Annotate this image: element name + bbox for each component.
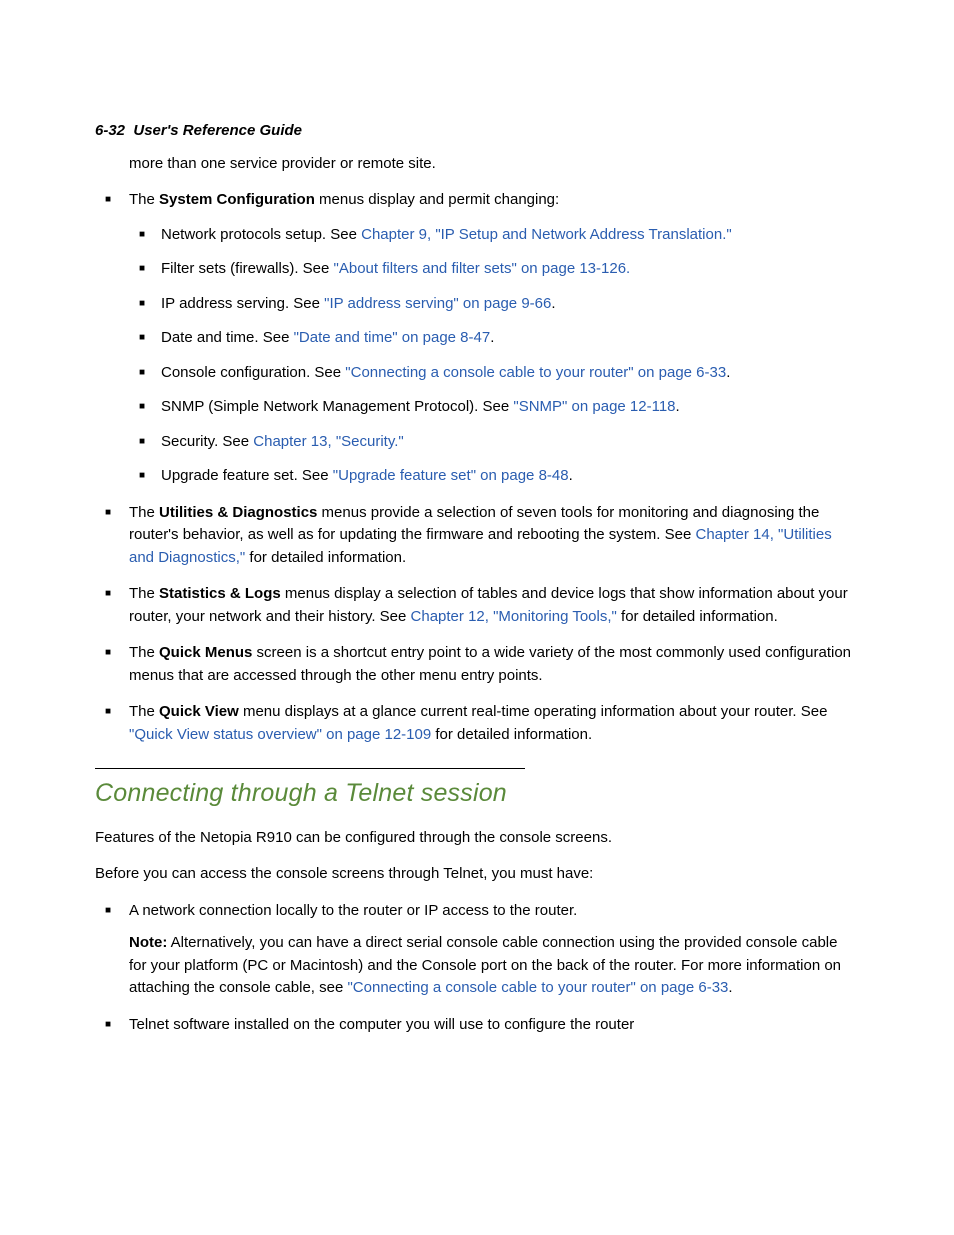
text: menus display and permit changing:	[315, 191, 559, 208]
list-item: The Quick View menu displays at a glance…	[95, 701, 859, 746]
text: .	[490, 329, 494, 346]
cross-ref-link[interactable]: "About filters and filter sets" on page …	[334, 260, 631, 277]
cross-ref-link[interactable]: Chapter 13, "Security."	[253, 433, 403, 450]
text: for detailed information.	[617, 608, 778, 625]
text: SNMP (Simple Network Management Protocol…	[161, 398, 513, 415]
list-item: Upgrade feature set. See "Upgrade featur…	[129, 465, 859, 488]
text: The	[129, 585, 159, 602]
text: menu displays at a glance current real-t…	[239, 703, 828, 720]
text: Upgrade feature set. See	[161, 467, 333, 484]
text: The	[129, 703, 159, 720]
list-item: The Utilities & Diagnostics menus provid…	[95, 502, 859, 570]
list-item: The Statistics & Logs menus display a se…	[95, 583, 859, 628]
text: Network protocols setup. See	[161, 226, 361, 243]
cross-ref-link[interactable]: Chapter 9, "IP Setup and Network Address…	[361, 226, 732, 243]
cross-ref-link[interactable]: "Connecting a console cable to your rout…	[347, 979, 728, 996]
text: for detailed information.	[431, 726, 592, 743]
cross-ref-link[interactable]: "Date and time" on page 8-47	[294, 329, 491, 346]
text: Telnet software installed on the compute…	[129, 1016, 634, 1033]
list-item: The System Configuration menus display a…	[95, 189, 859, 488]
page-number: 6-32	[95, 122, 125, 139]
text: The	[129, 644, 159, 661]
list-item: Security. See Chapter 13, "Security."	[129, 431, 859, 454]
section-bullet-list: A network connection locally to the rout…	[95, 900, 859, 1037]
text: .	[569, 467, 573, 484]
text: Filter sets (firewalls). See	[161, 260, 334, 277]
list-item: Telnet software installed on the compute…	[95, 1014, 859, 1037]
list-item: Network protocols setup. See Chapter 9, …	[129, 224, 859, 247]
bold-term: Quick View	[159, 703, 239, 720]
list-item: SNMP (Simple Network Management Protocol…	[129, 396, 859, 419]
continuation-text: more than one service provider or remote…	[95, 153, 859, 176]
text: .	[726, 364, 730, 381]
list-item: IP address serving. See "IP address serv…	[129, 293, 859, 316]
text: IP address serving. See	[161, 295, 324, 312]
text: Date and time. See	[161, 329, 294, 346]
bold-term: Utilities & Diagnostics	[159, 504, 317, 521]
text: for detailed information.	[245, 549, 406, 566]
list-item: Console configuration. See "Connecting a…	[129, 362, 859, 385]
note-block: Note: Alternatively, you can have a dire…	[129, 932, 859, 1000]
list-item: A network connection locally to the rout…	[95, 900, 859, 1000]
list-item: Filter sets (firewalls). See "About filt…	[129, 258, 859, 281]
cross-ref-link[interactable]: "Quick View status overview" on page 12-…	[129, 726, 431, 743]
cross-ref-link[interactable]: "Connecting a console cable to your rout…	[345, 364, 726, 381]
sub-bullet-list: Network protocols setup. See Chapter 9, …	[129, 224, 859, 488]
bold-term: Quick Menus	[159, 644, 252, 661]
list-item: Date and time. See "Date and time" on pa…	[129, 327, 859, 350]
note-label: Note:	[129, 934, 167, 951]
text: The	[129, 191, 159, 208]
section-rule	[95, 768, 525, 769]
section-heading: Connecting through a Telnet session	[95, 775, 859, 813]
bold-term: Statistics & Logs	[159, 585, 281, 602]
running-header: 6-32 User's Reference Guide	[95, 120, 859, 143]
text: .	[676, 398, 680, 415]
cross-ref-link[interactable]: "Upgrade feature set" on page 8-48	[333, 467, 569, 484]
cross-ref-link[interactable]: "IP address serving" on page 9-66	[324, 295, 551, 312]
text: Console configuration. See	[161, 364, 345, 381]
body-paragraph: Features of the Netopia R910 can be conf…	[95, 827, 859, 850]
cross-ref-link[interactable]: Chapter 12, "Monitoring Tools,"	[411, 608, 617, 625]
list-item: The Quick Menus screen is a shortcut ent…	[95, 642, 859, 687]
text: A network connection locally to the rout…	[129, 902, 577, 919]
body-paragraph: Before you can access the console screen…	[95, 863, 859, 886]
main-bullet-list: The System Configuration menus display a…	[95, 189, 859, 746]
page: 6-32 User's Reference Guide more than on…	[0, 0, 954, 1235]
cross-ref-link[interactable]: "SNMP" on page 12-118	[513, 398, 675, 415]
doc-title: User's Reference Guide	[133, 122, 302, 139]
bold-term: System Configuration	[159, 191, 315, 208]
text: .	[551, 295, 555, 312]
text: Security. See	[161, 433, 253, 450]
text: .	[728, 979, 732, 996]
text: The	[129, 504, 159, 521]
